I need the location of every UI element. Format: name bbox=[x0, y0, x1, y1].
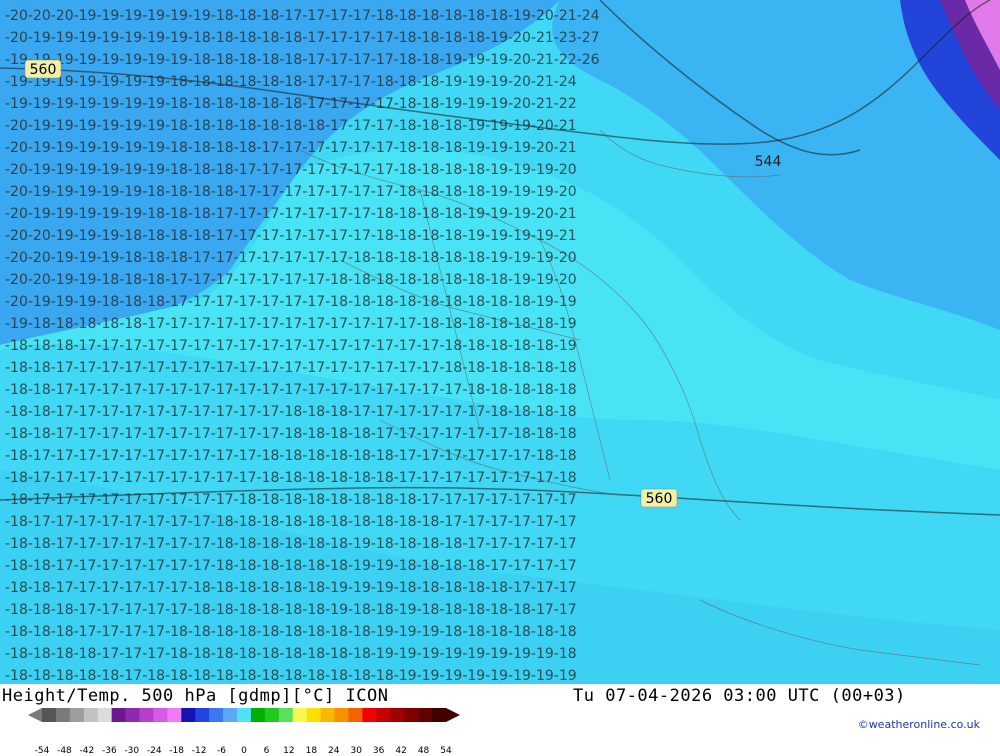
contour-label-560-north: 560 bbox=[24, 59, 62, 79]
svg-text:-18-18-18-17-17-17-17-17-18-18: -18-18-18-17-17-17-17-17-18-18-18-18-18-… bbox=[5, 602, 577, 618]
legend-tick-label: 54 bbox=[440, 746, 452, 756]
legend-tick-label: -18 bbox=[169, 746, 185, 756]
svg-text:-20-19-19-19-19-19-19-18-18-18: -20-19-19-19-19-19-19-18-18-18-17-17-17-… bbox=[5, 162, 577, 178]
svg-text:-20-20-20-19-19-19-19-19-19-18: -20-20-20-19-19-19-19-19-19-18-18-18-17-… bbox=[5, 8, 600, 24]
svg-text:-20-19-19-19-19-19-19-18-18-18: -20-19-19-19-19-19-19-18-18-18-18-17-17-… bbox=[5, 140, 577, 156]
svg-text:-19-19-19-19-19-19-19-18-18-18: -19-19-19-19-19-19-19-18-18-18-18-18-18-… bbox=[5, 96, 577, 112]
credit-link[interactable]: ©weatheronline.co.uk bbox=[858, 718, 980, 731]
legend-swatch bbox=[334, 708, 349, 722]
legend-swatch bbox=[97, 708, 112, 722]
svg-text:-20-19-19-19-19-19-18-18-18-18: -20-19-19-19-19-19-18-18-18-18-17-17-17-… bbox=[5, 184, 577, 200]
legend-swatch bbox=[390, 708, 405, 722]
contour-label-560-south: 560 bbox=[640, 488, 678, 508]
legend-tick-label: 24 bbox=[328, 746, 340, 756]
legend-swatch bbox=[42, 708, 57, 722]
legend-tick-label: -6 bbox=[217, 746, 227, 756]
svg-text:-18-18-17-17-17-17-17-17-17-17: -18-18-17-17-17-17-17-17-17-17-17-17-17-… bbox=[5, 360, 577, 376]
svg-text:-19-19-19-19-19-19-19-18-18-18: -19-19-19-19-19-19-19-18-18-18-18-18-18-… bbox=[5, 74, 577, 90]
legend-tick-label: -24 bbox=[146, 746, 162, 756]
legend-tick-label: -30 bbox=[124, 746, 140, 756]
valid-time: Tu 07-04-2026 03:00 UTC (00+03) bbox=[573, 686, 906, 706]
svg-text:-19-19-19-19-19-19-19-19-18-18: -19-19-19-19-19-19-19-19-18-18-18-18-18-… bbox=[5, 52, 600, 68]
svg-text:-18-18-17-17-17-17-17-17-17-17: -18-18-17-17-17-17-17-17-17-17-17-17-18-… bbox=[5, 404, 577, 420]
legend-tick-label: -36 bbox=[101, 746, 117, 756]
svg-text:-18-18-17-17-17-17-17-17-17-18: -18-18-17-17-17-17-17-17-17-18-18-18-18-… bbox=[5, 558, 577, 574]
legend-swatch bbox=[55, 708, 71, 722]
legend-swatch bbox=[362, 708, 377, 722]
legend-swatch bbox=[432, 708, 447, 722]
legend-bar bbox=[28, 708, 460, 722]
legend-swatch bbox=[348, 708, 363, 722]
legend-tick-label: 18 bbox=[305, 746, 318, 756]
svg-text:-18-18-17-17-17-17-17-17-17-18: -18-18-17-17-17-17-17-17-17-18-18-18-18-… bbox=[5, 536, 577, 552]
map-title: Height/Temp. 500 hPa [gdmp][°C] ICON bbox=[2, 686, 389, 706]
legend-swatch bbox=[181, 708, 196, 722]
svg-text:-18-17-17-17-17-17-17-17-17-18: -18-17-17-17-17-17-17-17-17-18-18-18-18-… bbox=[5, 514, 577, 530]
svg-text:-20-19-19-19-18-18-18-17-17-17: -20-19-19-19-18-18-18-17-17-17-17-17-17-… bbox=[5, 294, 577, 310]
svg-text:-18-18-18-18-17-17-17-18-18-18: -18-18-18-18-17-17-17-18-18-18-18-18-18-… bbox=[5, 646, 577, 662]
legend-tick-label: -48 bbox=[57, 746, 72, 756]
svg-text:544: 544 bbox=[755, 154, 782, 170]
svg-text:-18-17-17-17-17-17-17-17-17-17: -18-17-17-17-17-17-17-17-17-17-17-18-18-… bbox=[5, 470, 577, 486]
legend-swatch bbox=[69, 708, 85, 722]
legend-swatch bbox=[153, 708, 168, 722]
svg-text:-18-18-18-18-18-17-18-18-18-18: -18-18-18-18-18-17-18-18-18-18-18-18-18-… bbox=[5, 668, 577, 684]
legend-swatch bbox=[418, 708, 433, 722]
legend-arrow-left bbox=[28, 708, 42, 722]
legend-tick-label: -12 bbox=[191, 746, 207, 756]
weather-map: -20-20-20-19-19-19-19-19-19-18-18-18-17-… bbox=[0, 0, 1000, 684]
legend-swatch bbox=[139, 708, 154, 722]
legend-swatch bbox=[209, 708, 224, 722]
contour-label-544: 544 bbox=[755, 154, 782, 170]
legend-swatch bbox=[320, 708, 335, 722]
legend-tick-label: 36 bbox=[372, 746, 385, 756]
svg-text:560: 560 bbox=[646, 491, 673, 507]
legend-tick-label: 48 bbox=[417, 746, 430, 756]
legend-tick-label: 42 bbox=[395, 746, 407, 756]
legend-swatch bbox=[83, 708, 99, 722]
legend-tick-label: -42 bbox=[79, 746, 95, 756]
svg-text:-18-18-17-17-17-17-17-17-18-18: -18-18-17-17-17-17-17-17-18-18-18-18-18-… bbox=[5, 580, 577, 596]
legend-swatch bbox=[223, 708, 238, 722]
map-footer: Height/Temp. 500 hPa [gdmp][°C] ICON Tu … bbox=[0, 684, 1000, 756]
svg-text:-20-19-19-19-19-19-18-18-18-17: -20-19-19-19-19-19-18-18-18-17-17-17-17-… bbox=[5, 206, 577, 222]
svg-text:-18-18-18-17-17-17-17-17-17-17: -18-18-18-17-17-17-17-17-17-17-17-17-17-… bbox=[5, 338, 577, 354]
legend-swatch bbox=[237, 708, 252, 722]
svg-text:-20-20-19-19-18-18-18-17-17-17: -20-20-19-19-18-18-18-17-17-17-17-17-17-… bbox=[5, 272, 577, 288]
legend-tick-label: 30 bbox=[350, 746, 362, 756]
svg-text:560: 560 bbox=[30, 62, 57, 78]
svg-text:-20-19-19-19-19-19-19-19-18-18: -20-19-19-19-19-19-19-19-18-18-18-18-18-… bbox=[5, 30, 600, 46]
legend-swatch bbox=[376, 708, 391, 722]
svg-text:-18-18-17-17-17-17-17-17-17-17: -18-18-17-17-17-17-17-17-17-17-17-17-18-… bbox=[5, 426, 577, 442]
svg-text:-20-20-19-19-19-18-18-18-18-17: -20-20-19-19-19-18-18-18-18-17-17-17-17-… bbox=[5, 228, 577, 244]
svg-text:-18-17-17-17-17-17-17-17-17-17: -18-17-17-17-17-17-17-17-17-17-17-18-18-… bbox=[5, 448, 577, 464]
legend-swatch bbox=[111, 708, 126, 722]
legend-tick-label: 0 bbox=[241, 746, 247, 756]
color-legend: -54 -48 -42 -36 -30 -24 -18 -12 -6 0 6 12 18 24 30 36 42… bbox=[28, 706, 468, 756]
legend-tick-label: -54 bbox=[34, 746, 50, 756]
legend-swatch bbox=[167, 708, 182, 722]
svg-text:-20-19-19-19-19-19-19-18-18-18: -20-19-19-19-19-19-19-18-18-18-18-18-18-… bbox=[5, 118, 577, 134]
temperature-grid: -20-20-20-19-19-19-19-19-19-18-18-18-17-… bbox=[5, 8, 600, 684]
legend-swatch bbox=[404, 708, 419, 722]
legend-swatch bbox=[306, 708, 321, 722]
legend-swatch bbox=[278, 708, 294, 722]
legend-swatch bbox=[292, 708, 307, 722]
legend-swatch bbox=[264, 708, 280, 722]
legend-swatch bbox=[195, 708, 210, 722]
svg-text:-18-18-18-17-17-17-17-18-18-18: -18-18-18-17-17-17-17-18-18-18-18-18-18-… bbox=[5, 624, 577, 640]
svg-text:-18-18-17-17-17-17-17-17-17-17: -18-18-17-17-17-17-17-17-17-17-17-17-17-… bbox=[5, 382, 577, 398]
legend-swatch bbox=[250, 708, 266, 722]
svg-text:-19-18-18-18-18-18-17-17-17-17: -19-18-18-18-18-18-17-17-17-17-17-17-17-… bbox=[5, 316, 577, 332]
legend-arrow-right bbox=[446, 708, 460, 722]
legend-tick-label: 12 bbox=[283, 746, 295, 756]
legend-swatch bbox=[125, 708, 140, 722]
svg-text:-18-17-17-17-17-17-17-17-17-17: -18-17-17-17-17-17-17-17-17-17-18-18-18-… bbox=[5, 492, 577, 508]
legend-tick-label: 6 bbox=[263, 746, 270, 756]
svg-text:-20-20-19-19-19-18-18-18-17-17: -20-20-19-19-19-18-18-18-17-17-17-17-17-… bbox=[5, 250, 577, 266]
